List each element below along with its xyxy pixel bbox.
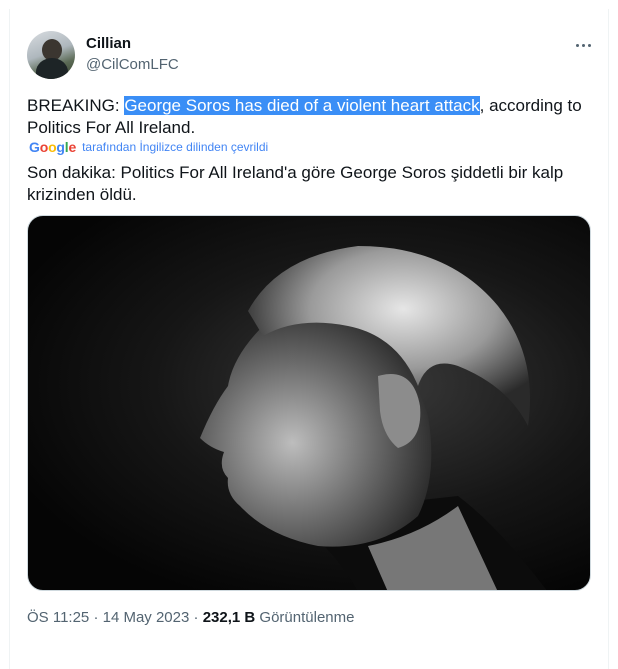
views-count: 232,1 B	[202, 609, 256, 626]
tweet-photo[interactable]	[27, 215, 591, 591]
translated-text: Son dakika: Politics For All Ireland'a g…	[27, 163, 564, 204]
translation-note[interactable]: tarafından İngilizce dilinden çevrildi	[82, 140, 268, 154]
tweet-date[interactable]: 14 May 2023	[103, 609, 190, 626]
more-options-icon[interactable]	[571, 36, 595, 54]
avatar[interactable]	[27, 31, 75, 79]
author-name[interactable]: Cillian	[86, 35, 131, 52]
tweet-text: BREAKING: George Soros has died of a vio…	[27, 95, 597, 139]
translation-attribution[interactable]: Google tarafından İngilizce dilinden çev…	[29, 139, 268, 155]
portrait-photo-icon	[200, 246, 547, 590]
tweet-meta: ÖS 11:25 · 14 May 2023 · 232,1 B Görüntü…	[27, 609, 354, 626]
tweet-time[interactable]: ÖS 11:25	[27, 609, 89, 626]
tweet-highlighted-text: George Soros has died of a violent heart…	[124, 96, 480, 115]
tweet-prefix: BREAKING:	[27, 96, 125, 115]
google-logo: Google	[29, 139, 77, 155]
views-label: Görüntülenme	[259, 609, 355, 626]
meta-separator: ·	[93, 609, 99, 626]
meta-separator-2: ·	[193, 609, 199, 626]
avatar-body-shape	[36, 58, 68, 79]
author-handle[interactable]: @CilComLFC	[86, 56, 179, 73]
